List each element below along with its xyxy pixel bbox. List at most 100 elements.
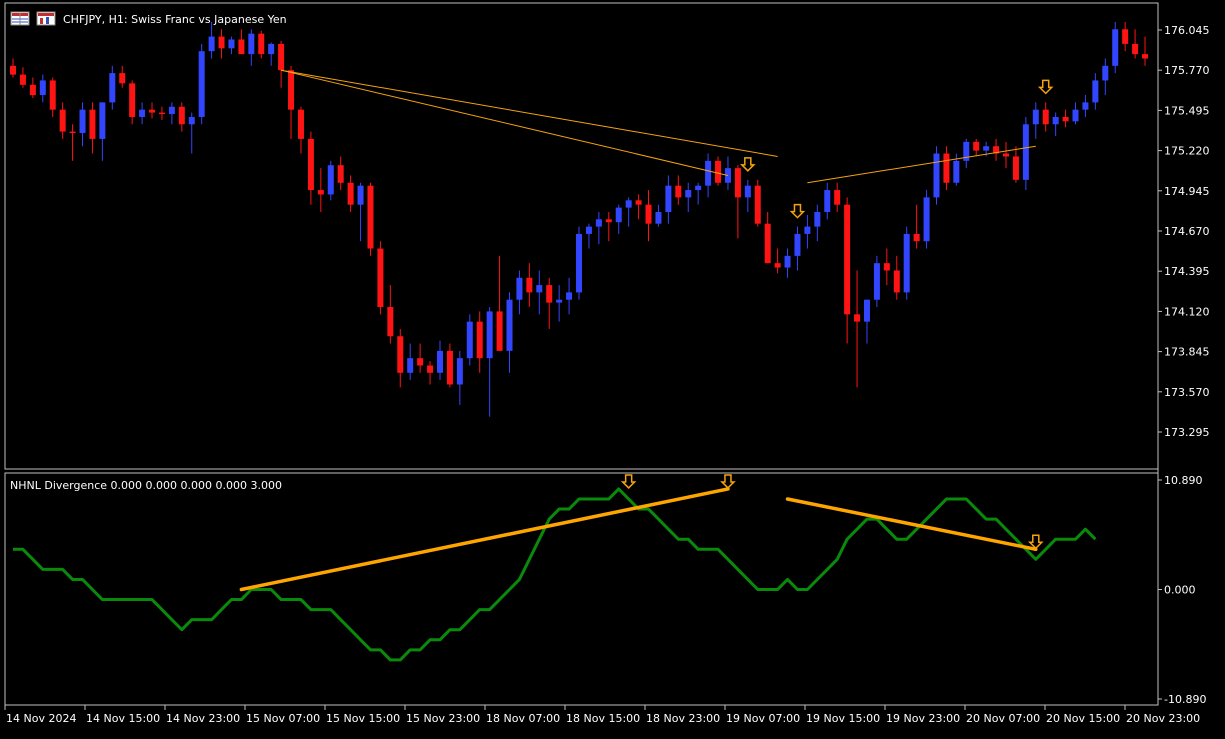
candle-body	[546, 285, 553, 303]
candle-body	[59, 109, 66, 132]
candle-body	[516, 277, 523, 300]
candle-body	[367, 185, 374, 249]
candle-body	[566, 292, 573, 300]
candle-body	[149, 109, 156, 113]
candlestick-series	[10, 21, 1149, 417]
down-arrow-icon	[740, 157, 756, 172]
candle-body	[109, 73, 116, 103]
indicator-tick-label: 10.890	[1164, 474, 1203, 487]
candle-body	[1082, 102, 1089, 110]
candle-body	[556, 299, 563, 303]
time-tick-label: 14 Nov 23:00	[166, 712, 240, 725]
time-tick-label: 19 Nov 23:00	[886, 712, 960, 725]
chart-canvas[interactable]: CHFJPY, H1: Swiss Franc vs Japanese Yen …	[0, 0, 1225, 735]
candle-body	[288, 70, 295, 110]
candle-body	[973, 141, 980, 151]
candle-body	[436, 350, 443, 373]
candle-body	[744, 185, 751, 198]
candle-body	[715, 160, 722, 183]
candle-body	[625, 200, 632, 208]
candle-body	[585, 226, 592, 234]
candle-body	[1022, 124, 1029, 180]
indicator-pane-frame	[4, 472, 1159, 706]
time-tick-label: 18 Nov 07:00	[486, 712, 560, 725]
candle-body	[397, 336, 404, 373]
time-tick-label: 19 Nov 07:00	[726, 712, 800, 725]
price-tick-label: 175.770	[1164, 64, 1210, 77]
down-arrow-icon	[620, 474, 637, 490]
candle-body	[635, 200, 642, 205]
candle-body	[168, 106, 175, 115]
candle-body	[605, 219, 612, 223]
candle-body	[297, 109, 304, 139]
time-tick-label: 20 Nov 07:00	[966, 712, 1040, 725]
time-axis[interactable]: 14 Nov 2024 14 Nov 15:00 14 Nov 23:00 15 No…	[4, 705, 1200, 725]
candle-body	[49, 80, 56, 110]
candle-body	[79, 109, 86, 134]
trendline-group[interactable]	[280, 69, 1036, 184]
price-axis[interactable]: 176.045 175.770 175.495 175.220 174.945 174.6…	[1158, 24, 1210, 439]
candle-body	[1092, 80, 1099, 103]
candle-body	[863, 299, 870, 322]
indicator-tick-label: 0.000	[1164, 584, 1196, 597]
price-tick-label: 175.220	[1164, 145, 1210, 158]
candle-body	[268, 43, 275, 55]
chart-window-icon[interactable]	[36, 11, 56, 26]
chart-title: CHFJPY, H1: Swiss Franc vs Japanese Yen	[63, 13, 287, 26]
down-arrow-icon	[1027, 534, 1044, 550]
candle-body	[665, 185, 672, 212]
candle-body	[496, 311, 503, 351]
candle-body	[764, 223, 771, 264]
candle-body	[89, 109, 96, 139]
candle-body	[417, 358, 424, 366]
candle-body	[1052, 116, 1059, 125]
time-tick-label: 14 Nov 2024	[6, 712, 76, 725]
chart-window[interactable]: CHFJPY, H1: Swiss Franc vs Japanese Yen …	[0, 0, 1225, 735]
candle-body	[278, 43, 285, 71]
candle-body	[754, 185, 761, 224]
candle-body	[327, 165, 334, 195]
trendline	[807, 145, 1036, 184]
candle-body	[347, 182, 354, 205]
candle-body	[844, 204, 851, 315]
indicator-line	[13, 487, 1097, 662]
candle-body	[198, 51, 205, 117]
candle-body	[208, 36, 215, 52]
candle-body	[536, 285, 543, 293]
candle-body	[1062, 116, 1069, 122]
candle-body	[1003, 153, 1009, 157]
candle-body	[129, 83, 136, 117]
candle-body	[814, 211, 821, 227]
candle-body	[178, 106, 185, 125]
candle-body	[218, 36, 225, 49]
candle-body	[446, 350, 453, 385]
price-tick-label: 174.120	[1164, 305, 1210, 318]
candle-body	[69, 131, 76, 134]
candle-body	[466, 321, 473, 359]
candle-body	[19, 74, 26, 85]
candle-body	[99, 102, 106, 139]
candle-body	[427, 365, 434, 373]
candle-body	[893, 270, 900, 293]
candle-body	[248, 33, 255, 55]
candle-body	[873, 263, 880, 300]
down-arrow-icon	[789, 203, 806, 219]
price-tick-label: 175.495	[1164, 104, 1210, 117]
candle-body	[317, 190, 324, 195]
chart-grid-icon[interactable]	[10, 11, 30, 26]
candle-body	[734, 168, 741, 198]
candle-body	[29, 84, 36, 96]
down-arrow-icon	[1037, 79, 1054, 95]
price-tick-label: 173.845	[1164, 346, 1210, 359]
candle-body	[834, 190, 841, 205]
divergence-line	[785, 497, 1038, 552]
time-tick-label: 19 Nov 15:00	[806, 712, 880, 725]
candle-body	[357, 185, 364, 205]
candle-body	[923, 197, 930, 242]
candle-body	[238, 39, 245, 55]
candle-body	[377, 248, 384, 308]
candle-body	[883, 263, 890, 271]
candle-body	[39, 80, 46, 96]
candle-body	[1112, 29, 1119, 66]
time-tick-label: 18 Nov 15:00	[566, 712, 640, 725]
